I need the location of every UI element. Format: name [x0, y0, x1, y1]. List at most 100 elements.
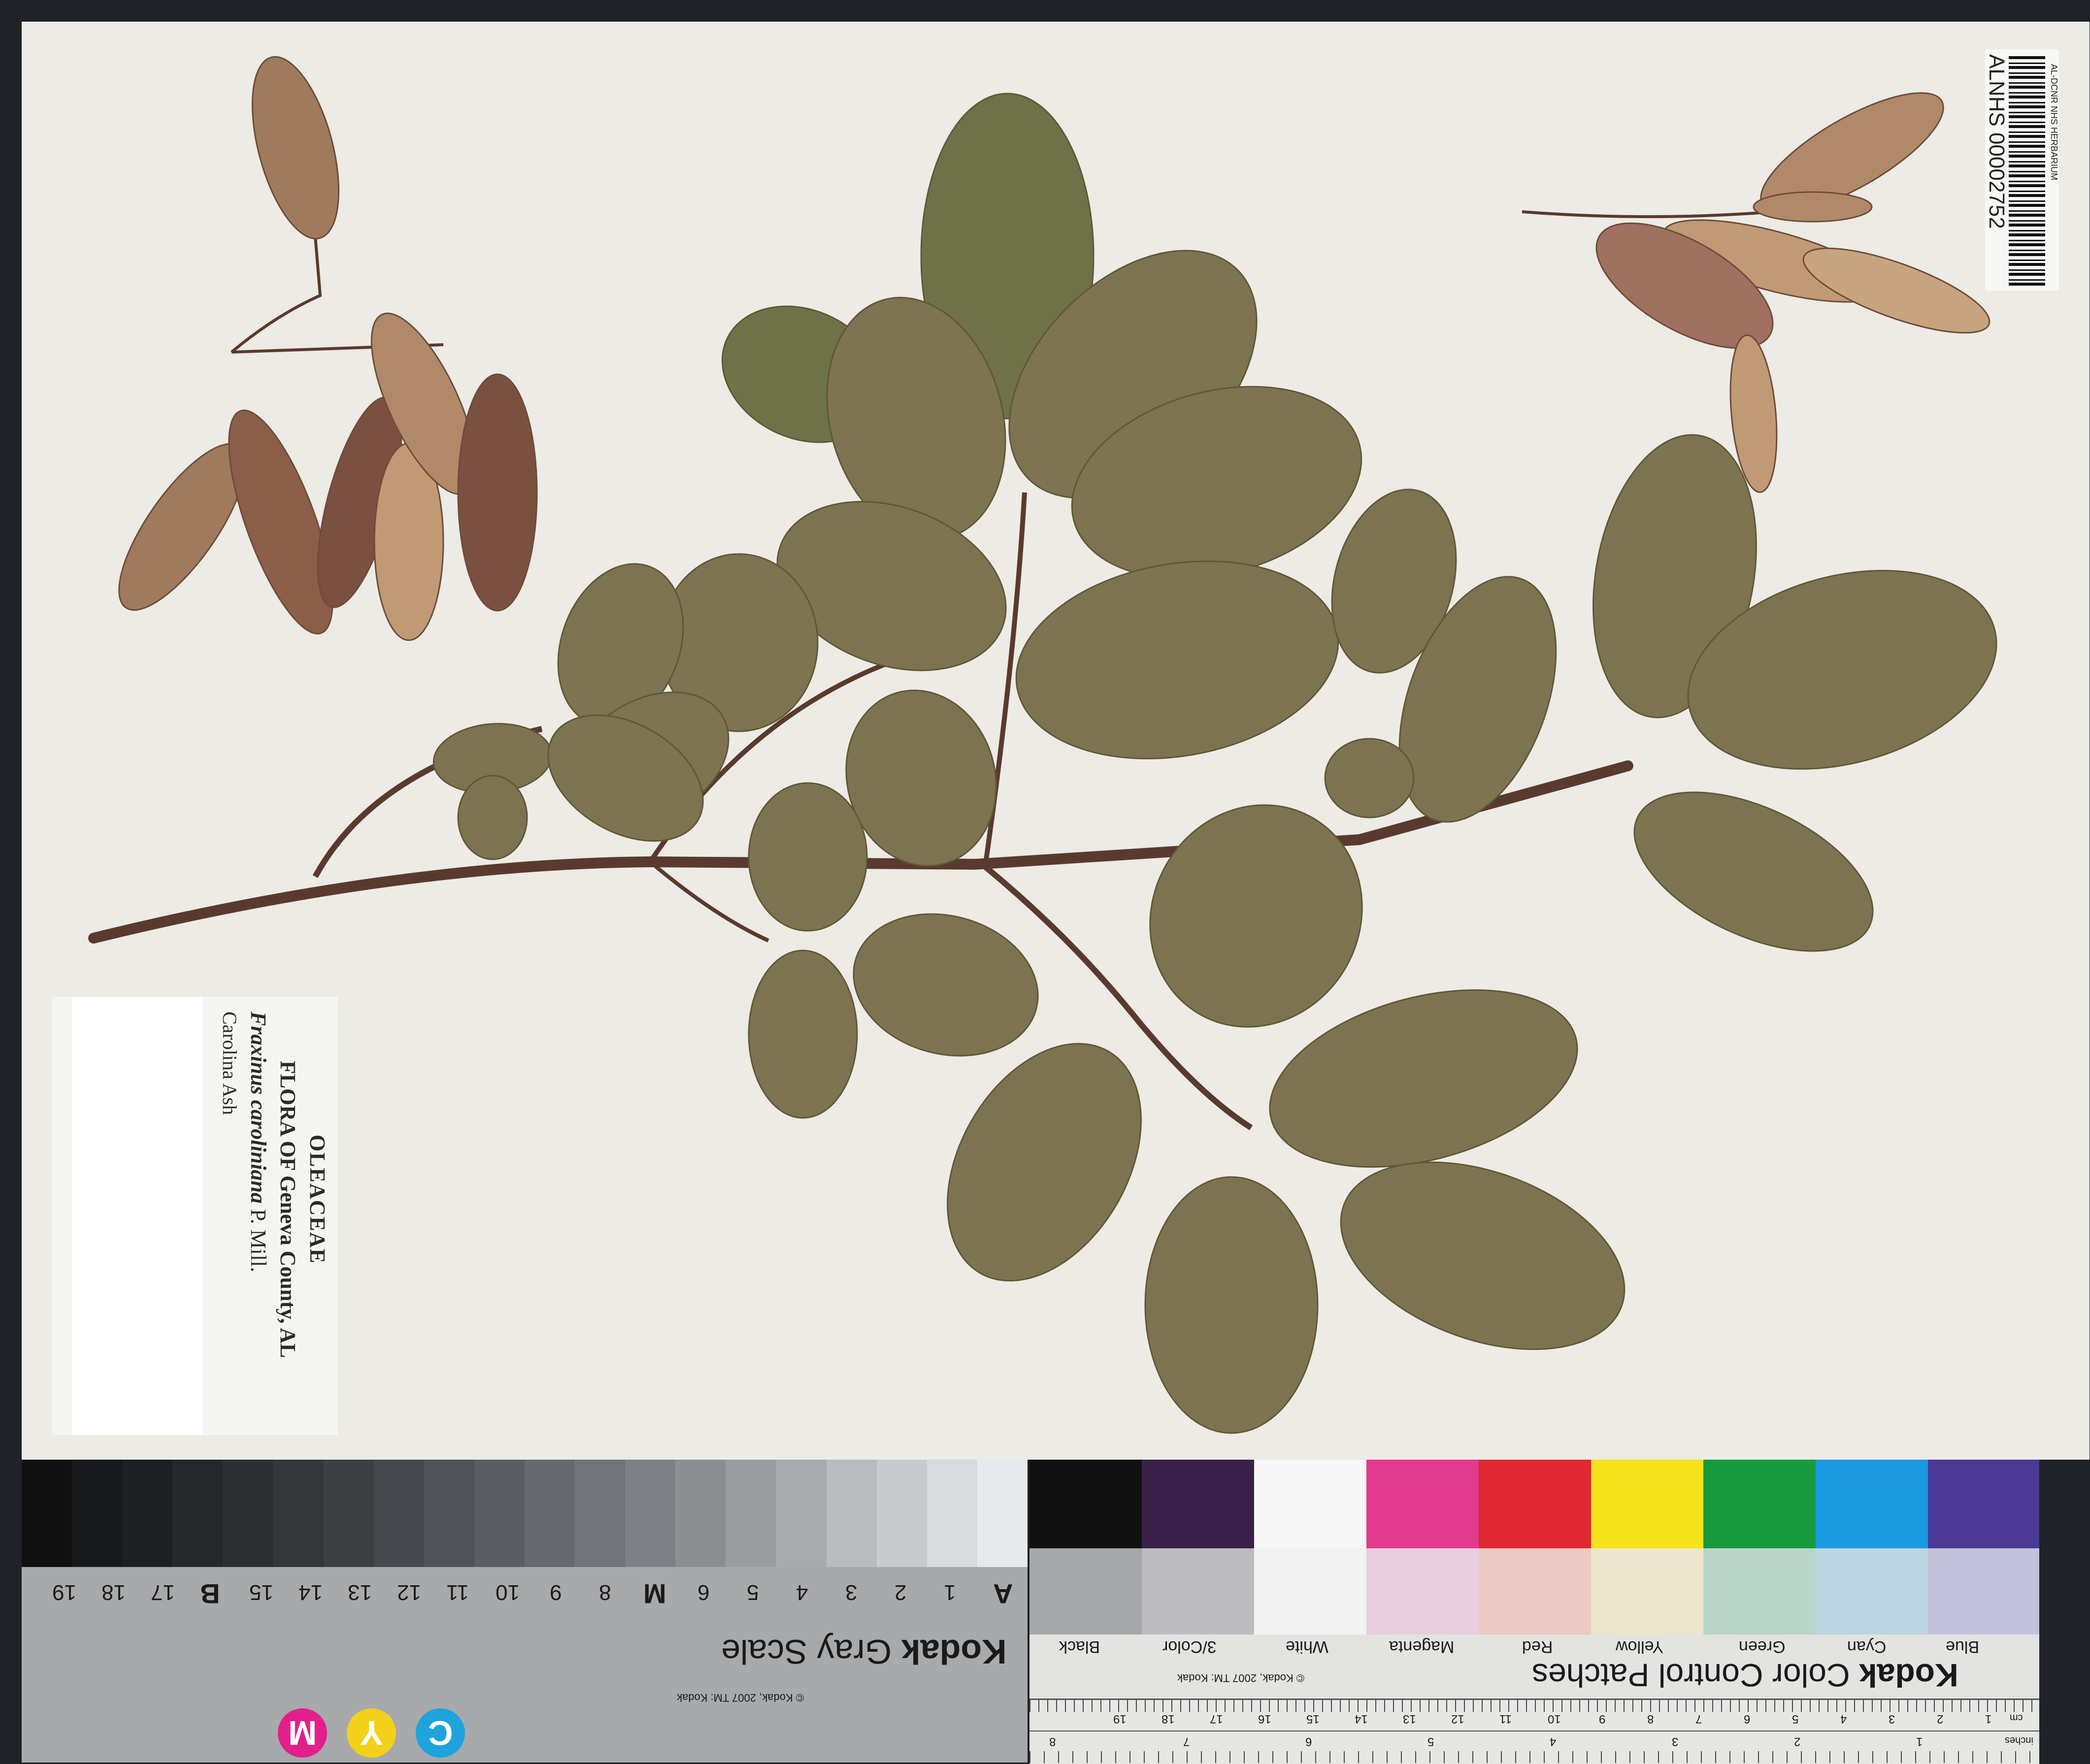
patch-magenta-tint [1366, 1548, 1479, 1634]
gray-card-title: Kodak Gray Scale [721, 1632, 1007, 1671]
color-card-copyright: © Kodak, 2007 TM: Kodak [1177, 1672, 1304, 1684]
patch-name: 3/Color [1162, 1637, 1217, 1656]
leaflet [1015, 560, 1339, 759]
cmy-letter: C [428, 1714, 453, 1752]
ruler-mark: 17 [1210, 1712, 1223, 1726]
species-name: Fraxinus caroliniana [246, 1012, 270, 1204]
gray-patch [927, 1460, 977, 1567]
ruler-mark: 4 [1840, 1712, 1847, 1726]
samara [457, 373, 538, 612]
gray-patch [876, 1460, 927, 1567]
specimen-label: OLEACEAE FLORA OF Geneva County, AL Frax… [52, 997, 338, 1435]
gray-patch [524, 1460, 575, 1567]
ruler-mark: 19 [1113, 1712, 1127, 1726]
patch-blue [1928, 1460, 2039, 1548]
patch-name: Yellow [1616, 1637, 1664, 1656]
samara-stalk [1522, 210, 1774, 218]
step-label: 12 [397, 1580, 421, 1604]
step-label: 8 [599, 1580, 611, 1604]
gray-patch [625, 1460, 676, 1567]
gray-patch [172, 1460, 223, 1567]
step-label: 4 [796, 1580, 808, 1604]
ruler-mark: 8 [1647, 1712, 1654, 1726]
barcode-label: AL-DCNR NHS HERBARIUM ALNHS 00002752 [1985, 49, 2059, 291]
patch-white [1254, 1460, 1366, 1548]
gray-patch [273, 1460, 324, 1567]
patch-red-tint [1479, 1548, 1591, 1634]
kodak-logo: Kodak [1858, 1657, 1958, 1694]
gray-patch [575, 1460, 626, 1567]
gray-patch [122, 1460, 173, 1567]
ruler: cm 1 2 3 4 5 6 7 8 9 10 11 12 13 14 15 1… [1029, 1699, 2039, 1764]
ruler-mark: 10 [1548, 1712, 1561, 1726]
kodak-logo: Kodak [901, 1633, 1007, 1671]
gray-patch [977, 1460, 1028, 1567]
ruler-mark: 6 [1744, 1712, 1751, 1726]
patch-name: Magenta [1389, 1637, 1455, 1656]
ruler-mark: 2 [1937, 1712, 1944, 1726]
ruler-mark: 16 [1258, 1712, 1271, 1726]
step-label: B [200, 1578, 220, 1609]
cmy-letter: Y [360, 1714, 383, 1752]
ruler-mark: 8 [1049, 1735, 1056, 1748]
step-label: 9 [550, 1580, 562, 1604]
patch-name: Black [1059, 1637, 1100, 1656]
redacted-area [72, 997, 203, 1435]
leaflet [1324, 738, 1415, 818]
cyan-circle: C [416, 1708, 465, 1758]
leaflet [748, 782, 868, 932]
gray-patch [826, 1460, 877, 1567]
ruler-mark: 3 [1889, 1712, 1895, 1726]
step-label: 1 [944, 1580, 956, 1604]
ruler-mark: 1 [1916, 1735, 1923, 1748]
step-label: 14 [299, 1580, 323, 1604]
gray-step-labels: A 1 2 3 4 5 6 M 8 9 10 11 12 13 14 15 B … [22, 1573, 1028, 1612]
step-label: 18 [101, 1580, 126, 1604]
herbarium-name: AL-DCNR NHS HERBARIUM [2049, 64, 2059, 181]
gray-patch [323, 1460, 374, 1567]
ruler-mark: 7 [1183, 1735, 1190, 1748]
step-label: 11 [446, 1580, 469, 1604]
gray-card-name: Gray Scale [721, 1633, 892, 1671]
ruler-mark: 9 [1599, 1712, 1606, 1726]
patch-blue-tint [1928, 1548, 2039, 1634]
patch-name: Cyan [1847, 1637, 1887, 1656]
leaflet [457, 775, 528, 860]
ruler-mark: 3 [1672, 1735, 1679, 1748]
patch-name: White [1286, 1637, 1328, 1656]
ruler-unit: inches [2005, 1735, 2033, 1746]
gray-card-copyright: © Kodak, 2007 TM: Kodak [677, 1692, 804, 1704]
patch-3color-tint [1142, 1548, 1254, 1634]
ruler-mark: 12 [1451, 1712, 1464, 1726]
samara [251, 56, 340, 240]
step-label: 19 [52, 1580, 76, 1604]
species-author: P. Mill. [246, 1209, 270, 1273]
leaflet [748, 949, 858, 1119]
ruler-mark: 14 [1355, 1712, 1368, 1726]
ruler-mark: 13 [1403, 1712, 1416, 1726]
catalog-number: ALNHS 00002752 [1985, 54, 2009, 229]
patch-yellow-tint [1591, 1548, 1703, 1634]
patch-red [1479, 1460, 1591, 1548]
leaflet [1633, 791, 1874, 952]
magenta-circle: M [278, 1708, 327, 1758]
step-label: 3 [845, 1580, 858, 1604]
gray-patch [474, 1460, 525, 1567]
patch-name: Green [1739, 1637, 1786, 1656]
yellow-circle: Y [347, 1708, 396, 1758]
step-label: 2 [895, 1580, 907, 1604]
ruler-mark: 4 [1550, 1735, 1557, 1748]
step-label: A [993, 1578, 1013, 1609]
gray-patch [22, 1460, 72, 1567]
ruler-mark: 11 [1499, 1712, 1512, 1726]
ruler-mark: 6 [1305, 1735, 1312, 1748]
ruler-mark: 18 [1161, 1712, 1175, 1726]
barcode-bars [2009, 54, 2045, 286]
patch-cyan-tint [1816, 1548, 1928, 1634]
gray-patch [424, 1460, 474, 1567]
patch-green-tint [1703, 1548, 1816, 1634]
patch-yellow [1591, 1460, 1703, 1548]
label-text: OLEACEAE FLORA OF Geneva County, AL Frax… [203, 997, 338, 1435]
gray-patch [726, 1460, 776, 1567]
common-name: Carolina Ash [219, 1012, 241, 1115]
